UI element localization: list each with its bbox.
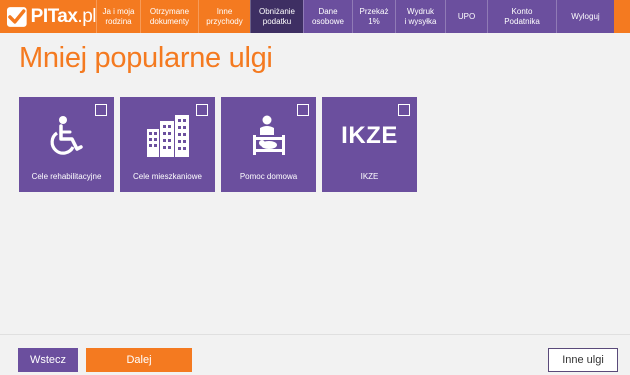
- nanny-crib-icon: [252, 115, 285, 155]
- nav-item-ja-i-moja-rodzina[interactable]: Ja i moja rodzina: [96, 0, 140, 33]
- nav-item-wyloguj[interactable]: Wyloguj: [556, 0, 614, 33]
- tile-cele-mieszkaniowe[interactable]: Cele mieszkaniowe: [120, 97, 215, 192]
- other-reliefs-button[interactable]: Inne ulgi: [548, 348, 618, 372]
- buildings-icon: [146, 115, 189, 157]
- next-button[interactable]: Dalej: [86, 348, 192, 372]
- back-button[interactable]: Wstecz: [18, 348, 78, 372]
- pitax-logo[interactable]: PITax.pl: [0, 0, 96, 33]
- tile-pomoc-domowa[interactable]: Pomoc domowa: [221, 97, 316, 192]
- relief-tiles: Cele rehabilitacyjne Cele mieszkaniowe P…: [19, 97, 417, 192]
- tile-ikze[interactable]: IKZE IKZE: [322, 97, 417, 192]
- divider: [0, 334, 630, 335]
- tile-label: Pomoc domowa: [239, 172, 298, 181]
- logo-text: PITax.pl: [30, 6, 97, 27]
- tile-label: IKZE: [360, 172, 379, 181]
- page-title: Mniej popularne ulgi: [19, 42, 273, 74]
- nav-item-obniżanie-podatku[interactable]: Obniżanie podatku: [250, 0, 303, 33]
- wheelchair-icon: [50, 116, 83, 155]
- nav-item-upo[interactable]: UPO: [445, 0, 487, 33]
- top-navigation-bar: PITax.pl Ja i moja rodzina Otrzymane doku…: [0, 0, 630, 33]
- nav-item-otrzymane-dokumenty[interactable]: Otrzymane dokumenty: [140, 0, 198, 33]
- ikze-text-icon: IKZE: [341, 122, 398, 149]
- checkmark-logo-icon: [6, 6, 27, 27]
- nav-item-przekaż-1%[interactable]: Przekaż 1%: [352, 0, 395, 33]
- nav-item-inne-przychody[interactable]: Inne przychody: [198, 0, 250, 33]
- nav-item-dane-osobowe[interactable]: Dane osobowe: [303, 0, 352, 33]
- main-nav: Ja i moja rodzina Otrzymane dokumenty Inne…: [96, 0, 630, 33]
- tile-cele-rehabilitacyjne[interactable]: Cele rehabilitacyjne: [19, 97, 114, 192]
- tile-label: Cele mieszkaniowe: [133, 172, 202, 181]
- tile-label: Cele rehabilitacyjne: [31, 172, 102, 181]
- nav-item-wydruk-i-wysyłka[interactable]: Wydruk i wysyłka: [395, 0, 445, 33]
- nav-item-konto-podatnika[interactable]: Konto Podatnika: [487, 0, 556, 33]
